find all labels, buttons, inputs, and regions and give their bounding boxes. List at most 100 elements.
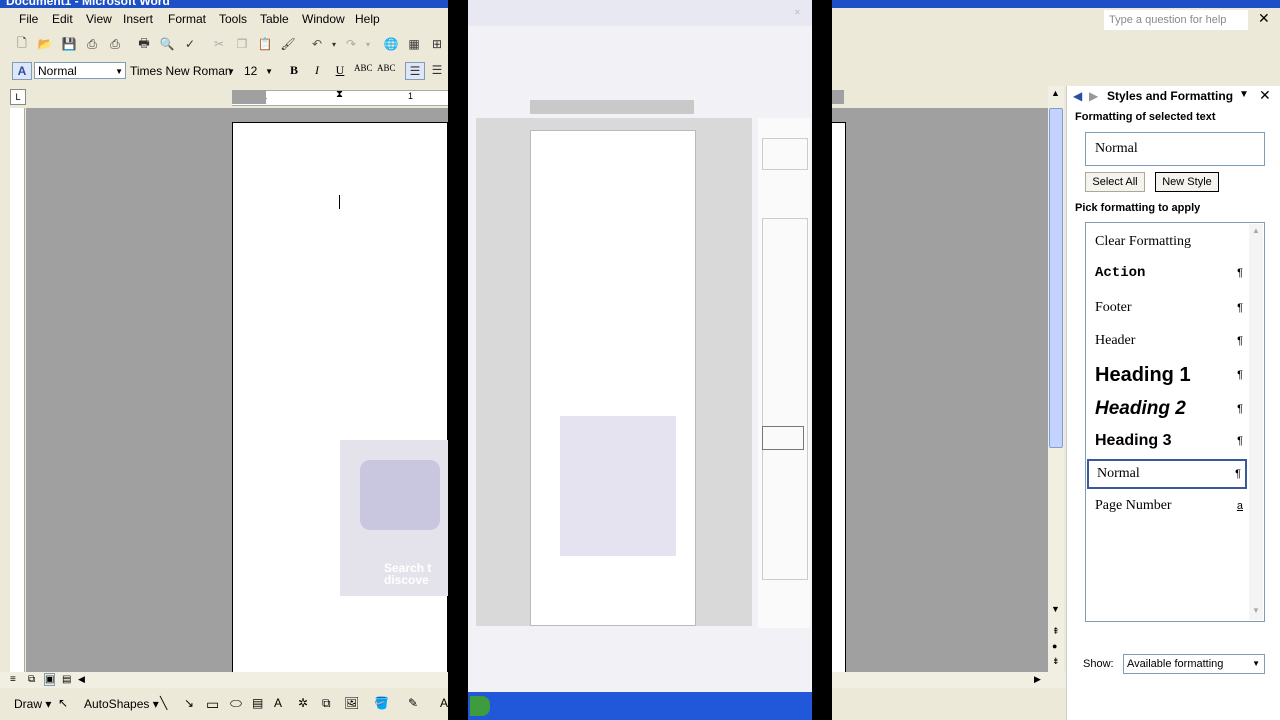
reading-layout-icon[interactable]: ▤	[62, 674, 71, 685]
fill-color-icon[interactable]: 🪣	[374, 696, 389, 710]
styles-list-scrollbar[interactable]: ▲ ▼	[1249, 224, 1263, 620]
select-browse-object-icon[interactable]: ●	[1052, 641, 1057, 651]
menu-view[interactable]: View	[86, 12, 112, 26]
back-arrow-icon[interactable]: ◀	[1073, 89, 1082, 103]
styles-icon[interactable]: A	[12, 62, 32, 80]
indent-marker-icon[interactable]: ⧗	[336, 89, 343, 100]
underline-icon[interactable]: U	[331, 63, 349, 79]
show-select[interactable]: Available formatting ▼	[1123, 654, 1265, 674]
scroll-right-icon[interactable]: ▶	[1034, 674, 1041, 685]
oval-icon[interactable]: ⬭	[230, 695, 242, 712]
bold-icon[interactable]: B	[285, 63, 303, 79]
vertical-scrollbar[interactable]: ▲ ▼ ⇞ ● ⇟	[1048, 86, 1064, 672]
redo-icon[interactable]: ↷	[342, 36, 360, 52]
line-color-icon[interactable]: ✎	[408, 696, 418, 710]
diagram-icon[interactable]: ✲	[298, 696, 308, 710]
style-item-heading-1[interactable]: Heading 1 ¶	[1087, 357, 1247, 393]
align-center-icon[interactable]: ☰	[428, 62, 446, 78]
help-search-input[interactable]: Type a question for help	[1104, 10, 1248, 30]
menu-help[interactable]: Help	[355, 12, 380, 26]
line-icon[interactable]: ╲	[160, 696, 167, 710]
draw-menu-button[interactable]: Draw ▾	[14, 697, 51, 711]
style-item-page-number[interactable]: Page Number a	[1087, 491, 1247, 521]
tab-selector-icon[interactable]: L	[10, 89, 26, 105]
selected-formatting-box[interactable]: Normal	[1085, 132, 1265, 166]
font-select[interactable]: Times New Roman ▼	[126, 62, 238, 79]
styles-list[interactable]: Clear Formatting Action ¶ Footer ¶ Heade…	[1085, 222, 1265, 622]
paragraph-mark-icon: ¶	[1237, 267, 1243, 279]
font-select-value: Times New Roman	[130, 64, 232, 78]
menu-format[interactable]: Format	[168, 12, 206, 26]
strikethrough-icon[interactable]: ABC	[354, 63, 373, 79]
rectangle-icon[interactable]: ▭	[206, 696, 219, 713]
forward-arrow-icon[interactable]: ▶	[1089, 89, 1098, 103]
menu-edit[interactable]: Edit	[52, 12, 73, 26]
cut-icon[interactable]: ✂	[210, 36, 228, 52]
wordart-icon[interactable]: A	[274, 696, 282, 710]
menu-window[interactable]: Window	[302, 12, 345, 26]
spelling-icon[interactable]: 🔍	[158, 36, 176, 52]
style-select[interactable]: Normal ▼	[34, 62, 126, 79]
font-color-icon[interactable]: A	[440, 696, 448, 710]
style-item-clear-formatting[interactable]: Clear Formatting	[1087, 227, 1247, 257]
vertical-ruler[interactable]	[10, 108, 25, 672]
scroll-down-icon[interactable]: ▼	[1252, 606, 1260, 615]
menu-file[interactable]: File	[19, 12, 38, 26]
style-name: Header	[1095, 333, 1136, 348]
undo-dropdown-icon[interactable]: ▾	[325, 36, 343, 52]
draw-label: Draw	[14, 697, 43, 711]
scroll-down-icon[interactable]: ▼	[1051, 604, 1060, 614]
clipart-icon[interactable]: ⧉	[322, 696, 331, 711]
align-left-icon[interactable]: ☰	[405, 62, 425, 80]
undo-icon[interactable]: ↶	[308, 36, 326, 52]
scrollbar-thumb[interactable]	[1049, 108, 1063, 448]
redo-dropdown-icon[interactable]: ▾	[359, 36, 377, 52]
arrow-icon[interactable]: ↘	[184, 696, 194, 710]
previous-page-icon[interactable]: ⇞	[1052, 626, 1060, 637]
close-document-icon[interactable]: ✕	[1258, 10, 1270, 27]
watermark-image: Search t discove	[340, 440, 448, 596]
font-size-select[interactable]: 12 ▼	[240, 62, 276, 79]
print-layout-icon[interactable]: ▣	[44, 673, 56, 686]
save-icon[interactable]: 💾	[60, 36, 78, 52]
style-item-action[interactable]: Action ¶	[1087, 258, 1247, 288]
menu-tools[interactable]: Tools	[219, 12, 247, 26]
double-strikethrough-icon[interactable]: ABC	[377, 63, 396, 79]
close-icon[interactable]: ✕	[1259, 87, 1271, 104]
scroll-up-icon[interactable]: ▲	[1051, 88, 1060, 98]
open-icon[interactable]: 📂	[36, 36, 54, 52]
menu-table[interactable]: Table	[260, 12, 289, 26]
ruler-margin-right	[832, 90, 844, 104]
web-layout-icon[interactable]: ⧉	[28, 674, 35, 685]
italic-icon[interactable]: I	[308, 63, 326, 79]
menu-insert[interactable]: Insert	[123, 12, 153, 26]
hyperlink-icon[interactable]: 🌐	[382, 36, 400, 52]
inset-start-button	[470, 696, 490, 716]
textbox-icon[interactable]: ▤	[252, 696, 263, 710]
scroll-left-icon[interactable]: ◀	[78, 674, 85, 685]
select-all-button[interactable]: Select All	[1085, 172, 1145, 192]
picture-icon[interactable]: 🖼	[344, 696, 359, 710]
task-pane-menu-icon[interactable]: ▼	[1239, 89, 1249, 100]
style-item-normal[interactable]: Normal ¶	[1087, 459, 1247, 489]
normal-view-icon[interactable]: ≡	[10, 674, 16, 685]
style-item-header[interactable]: Header ¶	[1087, 326, 1247, 356]
scroll-up-icon[interactable]: ▲	[1252, 226, 1260, 235]
print-preview-icon[interactable]: 🖶	[135, 36, 153, 52]
paste-icon[interactable]: 📋	[256, 36, 274, 52]
insert-table-icon[interactable]: ⊞	[428, 36, 446, 52]
new-icon[interactable]: 🗋	[13, 36, 31, 52]
format-painter-icon[interactable]: 🖌	[279, 36, 297, 52]
style-item-heading-3[interactable]: Heading 3 ¶	[1087, 425, 1247, 457]
next-page-icon[interactable]: ⇟	[1052, 656, 1060, 667]
copy-icon[interactable]: ❐	[233, 36, 251, 52]
new-style-button[interactable]: New Style	[1155, 172, 1219, 192]
print-icon[interactable]: ⎙	[106, 36, 124, 52]
research-icon[interactable]: ✓	[181, 36, 199, 52]
style-item-footer[interactable]: Footer ¶	[1087, 293, 1247, 323]
style-item-heading-2[interactable]: Heading 2 ¶	[1087, 391, 1247, 427]
autoshapes-menu-button[interactable]: AutoShapes ▾	[84, 697, 159, 711]
permission-icon[interactable]: ⎙	[83, 36, 101, 52]
select-objects-icon[interactable]: ↖	[58, 696, 68, 710]
tables-icon[interactable]: ▦	[405, 36, 423, 52]
